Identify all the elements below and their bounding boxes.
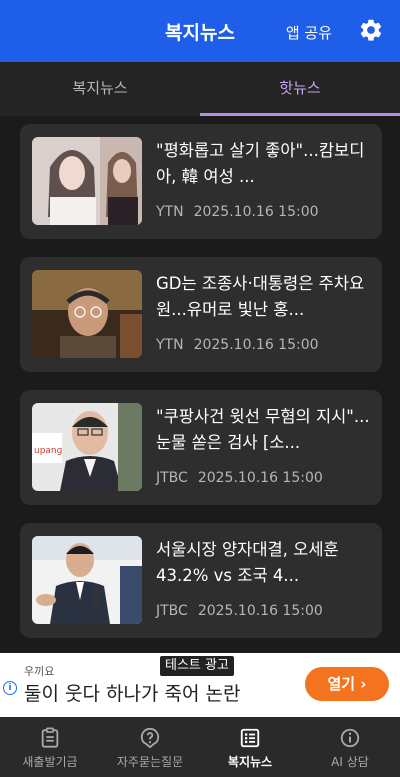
news-meta: JTBC 2025.10.16 15:00 (156, 470, 333, 486)
ad-info-icon[interactable]: i (3, 681, 17, 695)
nav-item-welfare-news[interactable]: 복지뉴스 (200, 717, 300, 777)
news-title: "평화롭고 살기 좋아"...캄보디아, 韓 여성 ... (156, 141, 365, 186)
news-source: YTN (156, 204, 184, 220)
news-date: 2025.10.16 15:00 (193, 337, 319, 353)
tab-welfare-news[interactable]: 복지뉴스 (0, 62, 200, 116)
ad-open-button[interactable]: 열기 › (305, 667, 389, 701)
news-thumbnail (32, 270, 142, 358)
test-ad-label: 테스트 광고 (160, 656, 234, 676)
tab-hot-news[interactable]: 핫뉴스 (200, 62, 400, 116)
news-title: "쿠팡사건 윗선 무혐의 지시"...눈물 쏟은 검사 [소... (156, 407, 370, 452)
news-thumbnail (32, 536, 142, 624)
news-date: 2025.10.16 15:00 (197, 470, 323, 486)
app-bar: 복지뉴스 앱 공유 (0, 0, 400, 62)
bottom-nav: 새출발기금 자주묻는질문 복지뉴스 AI 상담 (0, 717, 400, 777)
ad-source: 우끼요 (24, 665, 55, 678)
news-source: JTBC (156, 603, 188, 619)
question-icon (140, 727, 160, 749)
news-meta: YTN 2025.10.16 15:00 (156, 204, 329, 220)
nav-label: AI 상담 (331, 755, 369, 769)
news-date: 2025.10.16 15:00 (197, 603, 323, 619)
news-thumbnail (32, 137, 142, 225)
news-source: YTN (156, 337, 184, 353)
news-meta: YTN 2025.10.16 15:00 (156, 337, 329, 353)
news-date: 2025.10.16 15:00 (193, 204, 319, 220)
tab-indicator (200, 113, 400, 116)
news-meta: JTBC 2025.10.16 15:00 (156, 603, 333, 619)
list-icon (240, 728, 260, 748)
nav-item-ai-consult[interactable]: AI 상담 (300, 717, 400, 777)
page-title: 복지뉴스 (165, 22, 235, 44)
info-icon (340, 728, 360, 748)
svg-text:upang: upang (34, 446, 62, 456)
news-thumbnail: upang (32, 403, 142, 491)
ad-headline: 둘이 웃다 하나가 죽어 논란 (24, 683, 241, 705)
share-app-button[interactable]: 앱 공유 (286, 22, 332, 43)
nav-label: 복지뉴스 (227, 755, 273, 769)
news-card[interactable]: "평화롭고 살기 좋아"...캄보디아, 韓 여성 ... YTN 2025.10… (20, 124, 382, 239)
nav-label: 새출발기금 (22, 755, 78, 769)
news-title: 서울시장 양자대결, 오세훈 43.2% vs 조국 4... (156, 540, 339, 585)
news-card[interactable]: GD는 조종사·대통령은 주차요원...유머로 빛난 홍... YTN 2025.… (20, 257, 382, 372)
gear-icon[interactable] (358, 17, 384, 43)
nav-item-fresh-start-fund[interactable]: 새출발기금 (0, 717, 100, 777)
news-card[interactable]: 서울시장 양자대결, 오세훈 43.2% vs 조국 4... JTBC 2025… (20, 523, 382, 638)
nav-label: 자주묻는질문 (116, 755, 184, 769)
news-card[interactable]: upang "쿠팡사건 윗선 무혐의 지시"...눈물 쏟은 검사 [소... … (20, 390, 382, 505)
news-title: GD는 조종사·대통령은 주차요원...유머로 빛난 홍... (156, 274, 365, 319)
news-source: JTBC (156, 470, 188, 486)
clipboard-icon (41, 727, 59, 748)
tab-bar: 복지뉴스 핫뉴스 (0, 62, 400, 116)
nav-item-faq[interactable]: 자주묻는질문 (100, 717, 200, 777)
